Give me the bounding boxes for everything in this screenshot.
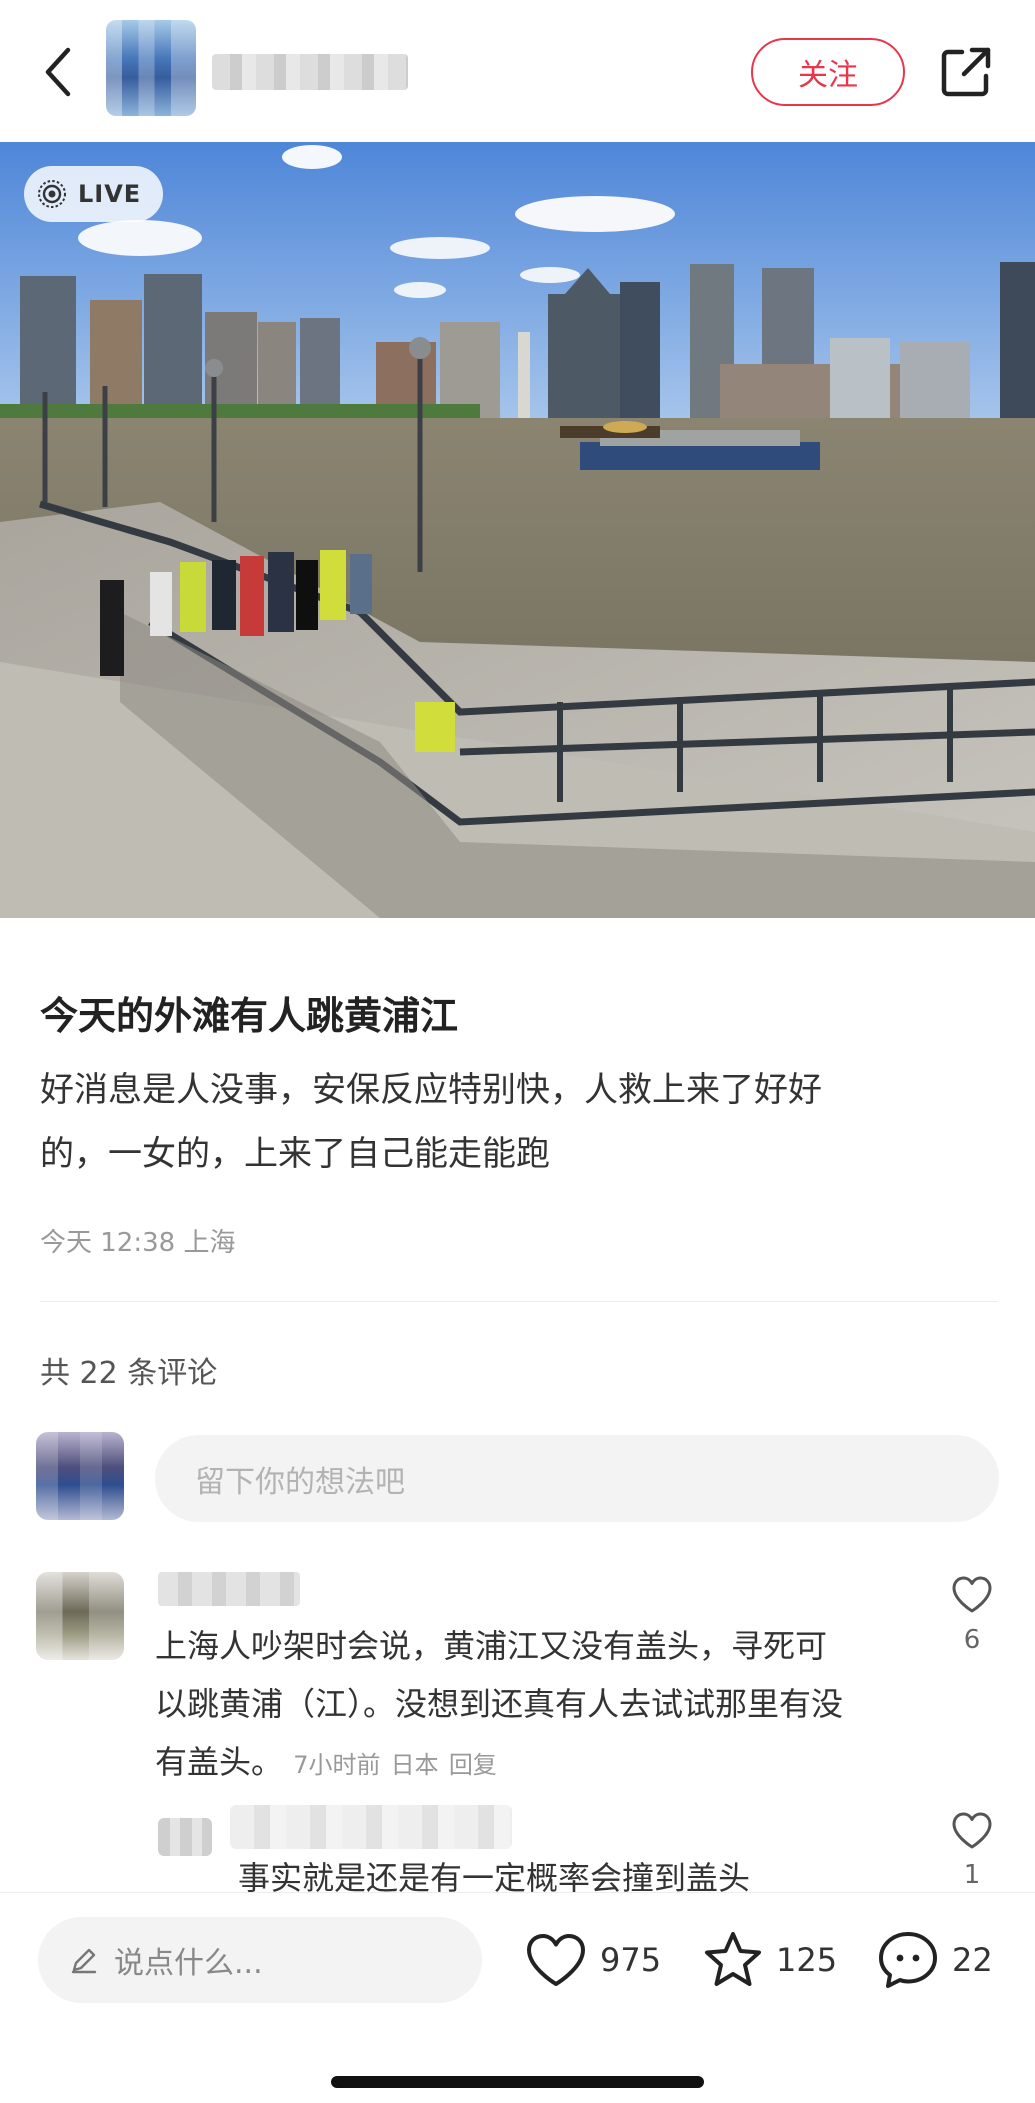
reply-like-count: 1 — [963, 1860, 981, 1890]
comment-line: 有盖头。 — [155, 1743, 284, 1781]
comment-location: 日本 — [390, 1751, 439, 1779]
live-photo-badge[interactable]: LIVE — [24, 166, 164, 222]
share-button[interactable] — [938, 44, 994, 100]
follow-button[interactable]: 关注 — [751, 38, 905, 106]
comment-line-last: 有盖头。 7小时前 日本 回复 — [155, 1733, 915, 1794]
reply-avatar[interactable] — [158, 1818, 212, 1856]
commenter-avatar[interactable] — [36, 1572, 124, 1660]
divider — [40, 1301, 998, 1302]
comment-total: 22 — [952, 1941, 993, 1979]
bund-river-scene — [0, 142, 1035, 918]
say-something-input[interactable]: 说点什么... — [38, 1917, 482, 2003]
like-button[interactable]: 975 — [524, 1927, 661, 1993]
chevron-left-icon — [45, 47, 71, 97]
my-avatar — [36, 1432, 124, 1520]
comment-button[interactable]: 22 — [876, 1927, 993, 1993]
chat-bubble-icon — [879, 1932, 937, 1988]
post-body: 好消息是人没事，安保反应特别快，人救上来了好好 的，一女的，上来了自己能走能跑 — [40, 1058, 1000, 1186]
comment-line: 上海人吵架时会说，黄浦江又没有盖头，寻死可 — [155, 1627, 828, 1665]
top-nav-bar: 关注 — [0, 0, 1035, 142]
heart-outline-icon[interactable] — [950, 1810, 994, 1850]
author-name[interactable] — [212, 54, 408, 90]
back-button[interactable] — [38, 44, 78, 100]
share-icon — [941, 47, 991, 97]
comment-text[interactable]: 上海人吵架时会说，黄浦江又没有盖头，寻死可 以跳黄浦（江）。没想到还真有人去试试… — [155, 1617, 915, 1794]
comment-count: 共 22 条评论 — [40, 1356, 218, 1391]
post-title: 今天的外滩有人跳黄浦江 — [40, 994, 459, 1038]
favorite-count: 125 — [776, 1941, 838, 1979]
post-body-line: 好消息是人没事，安保反应特别快，人救上来了好好 — [40, 1070, 822, 1110]
commenter-name[interactable] — [158, 1572, 300, 1606]
say-something-placeholder: 说点什么... — [114, 1946, 263, 1981]
bottom-action-bar: 说点什么... 975 125 22 — [0, 1892, 1035, 2103]
heart-icon — [527, 1934, 585, 1986]
reply-name[interactable] — [230, 1805, 512, 1849]
live-label: LIVE — [78, 180, 142, 208]
comment-input[interactable]: 留下你的想法吧 — [155, 1435, 999, 1522]
comment-like-count: 6 — [963, 1625, 981, 1655]
heart-outline-icon[interactable] — [950, 1574, 994, 1614]
post-body-line: 的，一女的，上来了自己能走能跑 — [40, 1134, 550, 1174]
favorite-button[interactable]: 125 — [702, 1927, 837, 1993]
star-icon — [705, 1932, 761, 1986]
comment-line: 以跳黄浦（江）。没想到还真有人去试试那里有没 — [155, 1685, 844, 1723]
home-indicator[interactable] — [331, 2076, 704, 2088]
post-photo[interactable]: LIVE — [0, 142, 1035, 918]
comment-time: 7小时前 — [293, 1751, 381, 1779]
post-meta: 今天 12:38 上海 — [40, 1228, 236, 1258]
pencil-icon — [71, 1948, 97, 1974]
live-photo-icon — [38, 180, 66, 208]
reply-button[interactable]: 回复 — [449, 1751, 497, 1779]
author-avatar[interactable] — [106, 20, 196, 116]
like-count: 975 — [600, 1941, 662, 1979]
